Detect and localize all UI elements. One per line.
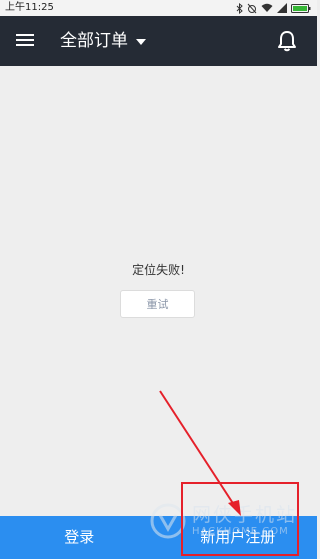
alarm-off-icon [247,3,257,13]
main-content: 定位失败! 重试 [0,66,317,516]
wifi-icon [261,3,273,12]
bluetooth-icon [236,2,243,14]
menu-icon[interactable] [16,32,36,50]
bottom-action-bar: 登录 新用户注册 [0,516,317,559]
register-button[interactable]: 新用户注册 [159,516,318,559]
location-error-message: 定位失败! [132,263,185,277]
status-time: 上午11:25 [5,2,54,13]
login-button[interactable]: 登录 [0,516,159,559]
page-title: 全部订单 [60,31,128,51]
app-bar: 全部订单 [0,16,317,66]
retry-button[interactable]: 重试 [120,290,195,318]
status-icons [236,2,311,14]
status-bar: 上午11:25 [0,0,317,16]
bell-icon[interactable] [277,30,297,52]
battery-icon [291,3,311,13]
order-filter-dropdown[interactable]: 全部订单 [60,16,146,66]
caret-down-icon [136,39,146,45]
signal-icon [277,3,287,13]
